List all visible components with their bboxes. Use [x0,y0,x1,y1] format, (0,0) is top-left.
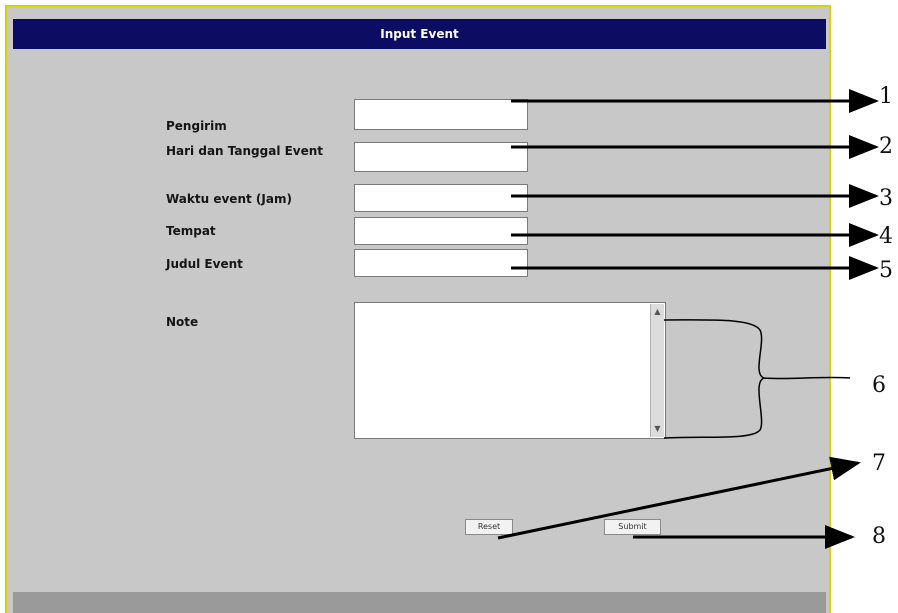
arrow-7 [497,456,861,540]
annotation-overlay [497,89,879,549]
callout-3: 3 [879,186,893,211]
callout-8: 8 [872,524,886,549]
callout-7: 7 [872,451,886,476]
callout-2: 2 [879,134,893,159]
callout-1: 1 [879,84,893,109]
callout-4: 4 [879,224,893,249]
brace-6 [663,319,851,439]
callout-6: 6 [872,373,886,398]
callout-5: 5 [879,258,893,283]
